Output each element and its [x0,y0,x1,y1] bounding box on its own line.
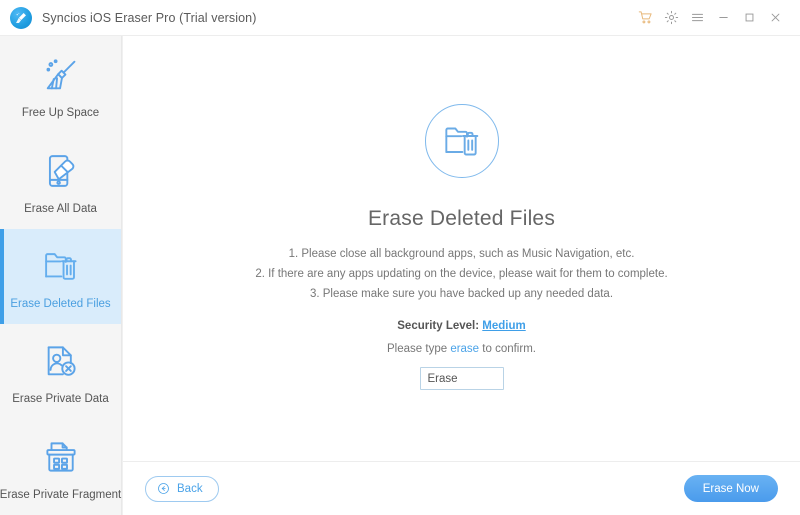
instruction-list: 1. Please close all background apps, suc… [255,248,667,300]
phone-eraser-icon [42,148,80,194]
erase-now-button[interactable]: Erase Now [683,475,778,502]
folder-trash-icon [42,243,80,289]
document-user-remove-icon [42,338,80,384]
title-bar: Syncios iOS Eraser Pro (Trial version) [0,0,800,36]
sidebar-item-erase-private-fragment[interactable]: Erase Private Fragment [0,420,121,515]
page-title: Erase Deleted Files [367,207,556,230]
footer-bar: Back Erase Now [123,461,800,515]
folder-trash-circle-icon [424,104,499,178]
cart-icon[interactable] [632,5,658,31]
arrow-left-circle-icon [157,482,170,495]
content-panel: Erase Deleted Files 1. Please close all … [122,36,800,515]
security-level-row: Security Level: Medium [397,320,525,332]
sidebar-item-label: Erase Private Fragment [0,488,122,501]
confirm-hint-prefix: Please type [387,343,451,355]
sidebar-item-free-up-space[interactable]: Free Up Space [0,38,121,133]
back-button[interactable]: Back [145,475,219,502]
close-icon[interactable] [762,5,788,31]
instruction-item: 1. Please close all background apps, suc… [288,248,635,260]
minimize-icon[interactable] [710,5,736,31]
maximize-icon[interactable] [736,5,762,31]
shredder-icon [42,434,80,480]
sidebar-item-label: Free Up Space [21,107,100,120]
window-controls [632,5,788,31]
back-button-label: Back [177,482,203,495]
app-logo-icon [10,6,32,29]
broom-icon [42,52,80,98]
sidebar-item-label: Erase Deleted Files [10,298,111,311]
instruction-item: 2. If there are any apps updating on the… [255,268,668,280]
body: Free Up Space Erase All Data Erase Delet… [0,36,800,515]
content-main: Erase Deleted Files 1. Please close all … [123,36,800,461]
erase-confirm-input[interactable] [419,367,504,390]
gear-icon[interactable] [658,5,684,31]
confirm-keyword: erase [450,343,480,355]
confirm-hint-suffix: to confirm. [479,343,536,355]
sidebar-item-erase-all-data[interactable]: Erase All Data [0,133,121,228]
confirm-hint: Please type erase to confirm. [387,343,536,355]
sidebar-item-erase-deleted-files[interactable]: Erase Deleted Files [0,228,121,325]
security-level-label: Security Level: [397,320,480,332]
sidebar-item-label: Erase All Data [24,202,97,215]
window-title: Syncios iOS Eraser Pro (Trial version) [42,10,257,25]
sidebar-item-label: Erase Private Data [12,393,109,406]
sidebar: Free Up Space Erase All Data Erase Delet… [0,36,122,515]
menu-icon[interactable] [684,5,710,31]
security-level-value-link[interactable]: Medium [482,320,525,332]
sidebar-item-erase-private-data[interactable]: Erase Private Data [0,324,121,419]
instruction-item: 3. Please make sure you have backed up a… [309,288,614,300]
app-window: Syncios iOS Eraser Pro (Trial version) F… [0,0,800,515]
